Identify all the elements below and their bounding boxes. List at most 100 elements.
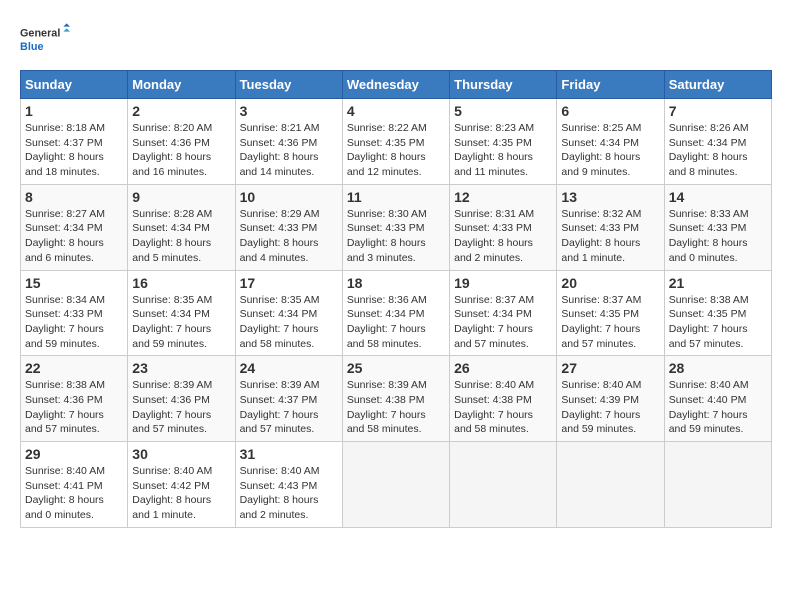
day-cell: 7Sunrise: 8:26 AMSunset: 4:34 PMDaylight… [664,99,771,185]
svg-text:General: General [20,28,60,40]
day-number: 4 [347,103,445,119]
day-number: 14 [669,189,767,205]
week-row-2: 8Sunrise: 8:27 AMSunset: 4:34 PMDaylight… [21,184,772,270]
logo-svg: General Blue [20,20,70,60]
day-info: Sunrise: 8:30 AMSunset: 4:33 PMDaylight:… [347,207,445,266]
day-cell: 1 Sunrise: 8:18 AMSunset: 4:37 PMDaylight… [21,99,128,185]
day-cell: 9 Sunrise: 8:28 AMSunset: 4:34 PMDaylight… [128,184,235,270]
week-row-3: 15 Sunrise: 8:34 AMSunset: 4:33 PMDayligh… [21,270,772,356]
day-number: 17 [240,275,338,291]
day-number: 9 [132,189,230,205]
day-cell: 5 Sunrise: 8:23 AMSunset: 4:35 PMDaylight… [450,99,557,185]
day-info: Sunrise: 8:40 AMSunset: 4:41 PMDaylight:… [25,464,123,523]
day-info: Sunrise: 8:20 AMSunset: 4:36 PMDaylight:… [132,121,230,180]
day-header-wednesday: Wednesday [342,71,449,99]
day-cell: 25 Sunrise: 8:39 AMSunset: 4:38 PMDayligh… [342,356,449,442]
day-cell: 26Sunrise: 8:40 AMSunset: 4:38 PMDayligh… [450,356,557,442]
day-info: Sunrise: 8:39 AMSunset: 4:36 PMDaylight:… [132,378,230,437]
day-number: 12 [454,189,552,205]
day-info: Sunrise: 8:39 AMSunset: 4:37 PMDaylight:… [240,378,338,437]
day-info: Sunrise: 8:28 AMSunset: 4:34 PMDaylight:… [132,207,230,266]
day-cell [664,442,771,528]
day-cell: 16 Sunrise: 8:35 AMSunset: 4:34 PMDayligh… [128,270,235,356]
day-cell: 22Sunrise: 8:38 AMSunset: 4:36 PMDayligh… [21,356,128,442]
day-number: 1 [25,103,123,119]
day-cell: 23 Sunrise: 8:39 AMSunset: 4:36 PMDayligh… [128,356,235,442]
day-info: Sunrise: 8:33 AMSunset: 4:33 PMDaylight:… [669,207,767,266]
day-header-saturday: Saturday [664,71,771,99]
day-info: Sunrise: 8:40 AMSunset: 4:40 PMDaylight:… [669,378,767,437]
day-cell [450,442,557,528]
day-info: Sunrise: 8:23 AMSunset: 4:35 PMDaylight:… [454,121,552,180]
day-cell: 15 Sunrise: 8:34 AMSunset: 4:33 PMDayligh… [21,270,128,356]
day-number: 25 [347,360,445,376]
day-cell: 31 Sunrise: 8:40 AMSunset: 4:43 PMDayligh… [235,442,342,528]
day-number: 20 [561,275,659,291]
day-cell: 24 Sunrise: 8:39 AMSunset: 4:37 PMDayligh… [235,356,342,442]
day-number: 30 [132,446,230,462]
day-cell: 3 Sunrise: 8:21 AMSunset: 4:36 PMDaylight… [235,99,342,185]
day-info: Sunrise: 8:18 AMSunset: 4:37 PMDaylight:… [25,121,123,180]
day-number: 6 [561,103,659,119]
day-info: Sunrise: 8:26 AMSunset: 4:34 PMDaylight:… [669,121,767,180]
day-info: Sunrise: 8:21 AMSunset: 4:36 PMDaylight:… [240,121,338,180]
day-cell [342,442,449,528]
day-header-thursday: Thursday [450,71,557,99]
calendar-table: SundayMondayTuesdayWednesdayThursdayFrid… [20,70,772,528]
day-number: 18 [347,275,445,291]
day-header-tuesday: Tuesday [235,71,342,99]
day-cell: 17Sunrise: 8:35 AMSunset: 4:34 PMDayligh… [235,270,342,356]
day-info: Sunrise: 8:25 AMSunset: 4:34 PMDaylight:… [561,121,659,180]
day-info: Sunrise: 8:39 AMSunset: 4:38 PMDaylight:… [347,378,445,437]
day-cell: 21 Sunrise: 8:38 AMSunset: 4:35 PMDayligh… [664,270,771,356]
day-number: 24 [240,360,338,376]
day-number: 13 [561,189,659,205]
day-info: Sunrise: 8:32 AMSunset: 4:33 PMDaylight:… [561,207,659,266]
day-number: 15 [25,275,123,291]
day-info: Sunrise: 8:35 AMSunset: 4:34 PMDaylight:… [132,293,230,352]
week-row-4: 22Sunrise: 8:38 AMSunset: 4:36 PMDayligh… [21,356,772,442]
day-number: 19 [454,275,552,291]
day-cell: 6 Sunrise: 8:25 AMSunset: 4:34 PMDaylight… [557,99,664,185]
week-row-5: 29 Sunrise: 8:40 AMSunset: 4:41 PMDayligh… [21,442,772,528]
svg-text:Blue: Blue [20,41,43,53]
day-header-sunday: Sunday [21,71,128,99]
day-cell: 12Sunrise: 8:31 AMSunset: 4:33 PMDayligh… [450,184,557,270]
day-number: 22 [25,360,123,376]
day-info: Sunrise: 8:40 AMSunset: 4:39 PMDaylight:… [561,378,659,437]
day-info: Sunrise: 8:22 AMSunset: 4:35 PMDaylight:… [347,121,445,180]
day-info: Sunrise: 8:38 AMSunset: 4:35 PMDaylight:… [669,293,767,352]
day-number: 26 [454,360,552,376]
day-cell: 11 Sunrise: 8:30 AMSunset: 4:33 PMDayligh… [342,184,449,270]
day-number: 21 [669,275,767,291]
day-info: Sunrise: 8:37 AMSunset: 4:34 PMDaylight:… [454,293,552,352]
day-number: 23 [132,360,230,376]
day-number: 29 [25,446,123,462]
day-number: 31 [240,446,338,462]
day-number: 16 [132,275,230,291]
day-info: Sunrise: 8:36 AMSunset: 4:34 PMDaylight:… [347,293,445,352]
day-number: 11 [347,189,445,205]
day-info: Sunrise: 8:27 AMSunset: 4:34 PMDaylight:… [25,207,123,266]
day-cell: 18 Sunrise: 8:36 AMSunset: 4:34 PMDayligh… [342,270,449,356]
day-cell: 30Sunrise: 8:40 AMSunset: 4:42 PMDayligh… [128,442,235,528]
day-number: 5 [454,103,552,119]
day-number: 3 [240,103,338,119]
day-cell: 2 Sunrise: 8:20 AMSunset: 4:36 PMDaylight… [128,99,235,185]
day-number: 28 [669,360,767,376]
day-number: 10 [240,189,338,205]
day-cell: 14 Sunrise: 8:33 AMSunset: 4:33 PMDayligh… [664,184,771,270]
day-info: Sunrise: 8:40 AMSunset: 4:43 PMDaylight:… [240,464,338,523]
day-cell: 27Sunrise: 8:40 AMSunset: 4:39 PMDayligh… [557,356,664,442]
header-row: SundayMondayTuesdayWednesdayThursdayFrid… [21,71,772,99]
day-info: Sunrise: 8:34 AMSunset: 4:33 PMDaylight:… [25,293,123,352]
day-cell: 13 Sunrise: 8:32 AMSunset: 4:33 PMDayligh… [557,184,664,270]
day-info: Sunrise: 8:37 AMSunset: 4:35 PMDaylight:… [561,293,659,352]
day-cell: 28 Sunrise: 8:40 AMSunset: 4:40 PMDayligh… [664,356,771,442]
day-cell: 10 Sunrise: 8:29 AMSunset: 4:33 PMDayligh… [235,184,342,270]
day-cell: 20 Sunrise: 8:37 AMSunset: 4:35 PMDayligh… [557,270,664,356]
day-number: 2 [132,103,230,119]
day-cell [557,442,664,528]
day-info: Sunrise: 8:29 AMSunset: 4:33 PMDaylight:… [240,207,338,266]
page-header: General Blue [20,20,772,60]
